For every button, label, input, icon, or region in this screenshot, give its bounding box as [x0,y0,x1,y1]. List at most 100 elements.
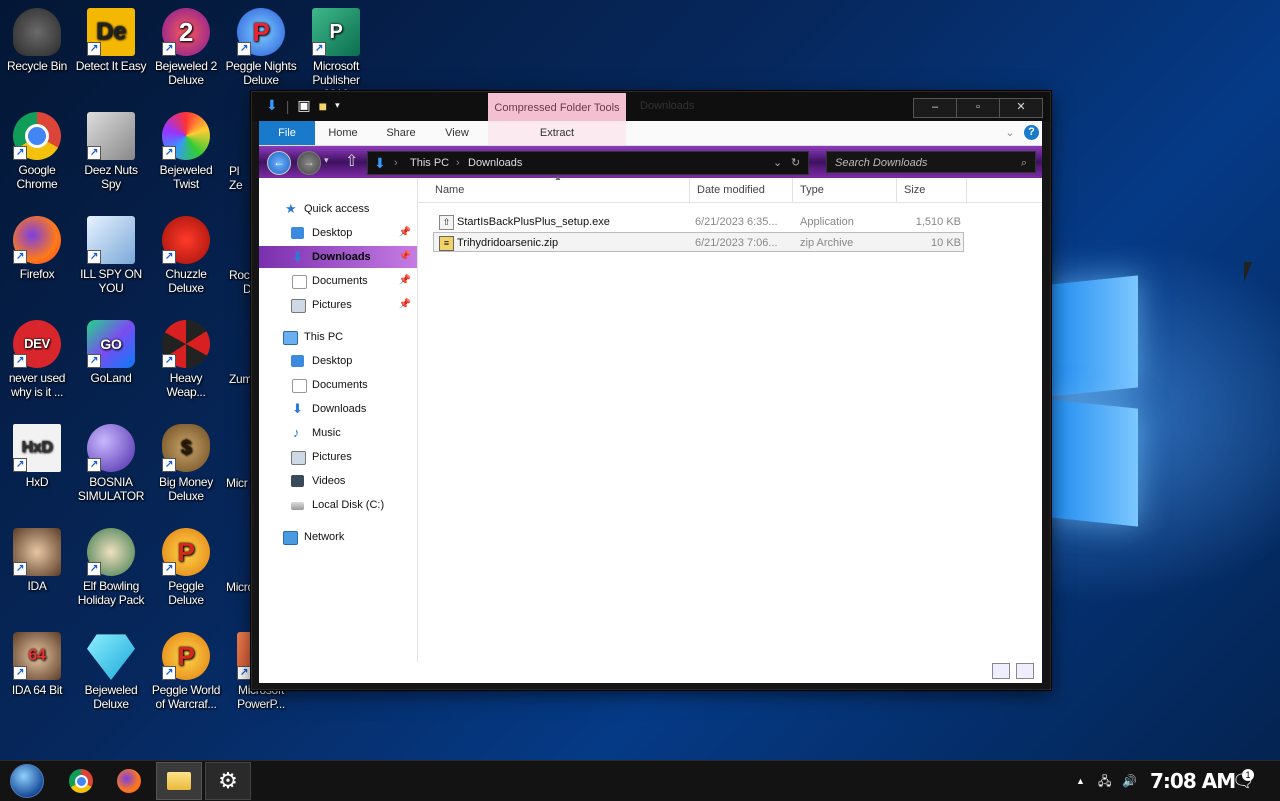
download-arrow-icon[interactable]: ⬇ [266,97,278,114]
column-headers: Name ▲ Date modified Type Size [418,173,1042,203]
nav-quick-downloads[interactable]: ⬇ Downloads 📌 [259,246,417,268]
window-stack-icon: ↗ [87,112,135,160]
nav-pc-desktop[interactable]: Desktop [259,350,417,372]
nav-quick-access[interactable]: ★ Quick access [259,198,417,220]
explorer-window[interactable]: ⬇ | ▣ ■ ▾ Compressed Folder Tools Downlo… [251,91,1051,690]
desktop-icon-google-chrome[interactable]: ↗ Google Chrome [0,106,74,191]
show-hidden-icons-button[interactable]: ▲ [1076,761,1085,801]
column-date-modified[interactable]: Date modified [690,178,793,202]
tab-extract[interactable]: Extract [488,121,626,145]
refresh-icon[interactable]: ↻ [791,152,800,174]
nav-quick-documents[interactable]: Documents 📌 [259,270,417,292]
desktop-icon-peggle-nights[interactable]: P ↗ Peggle Nights Deluxe [224,2,298,87]
nav-network[interactable]: Network [259,526,417,548]
context-tab-compressed-folder-tools[interactable]: Compressed Folder Tools [488,93,626,122]
desktop-icon-firefox[interactable]: ↗ Firefox [0,210,74,281]
pin-icon[interactable]: 📌 [399,246,411,268]
nav-pc-local-disk[interactable]: Local Disk (C:) [259,494,417,516]
close-button[interactable]: ✕ [999,98,1043,118]
chevron-down-icon[interactable]: ▾ [335,100,340,111]
desktop-icon-heavy-weapon[interactable]: ↗ Heavy Weap... [149,314,223,399]
nav-pc-music[interactable]: ♪ Music [259,422,417,444]
column-type[interactable]: Type [793,178,897,202]
desktop-icon-goland[interactable]: GO ↗ GoLand [74,314,148,385]
search-icon: ⌕ [1020,157,1027,169]
help-icon[interactable]: ? [1024,125,1039,140]
minimize-button[interactable]: – [913,98,957,118]
nav-this-pc[interactable]: This PC [259,326,417,348]
nav-quick-desktop[interactable]: Desktop 📌 [259,222,417,244]
taskbar-firefox[interactable] [106,762,152,800]
file-row[interactable]: ⇧ StartIsBackPlusPlus_setup.exe 6/21/202… [433,212,964,232]
desktop-icon-bejeweled-deluxe[interactable]: Bejeweled Deluxe [74,626,148,711]
desktop-icon-bosnia-simulator[interactable]: ↗ BOSNIA SIMULATOR [74,418,148,503]
network-icon[interactable]: 🖧 [1098,761,1111,801]
start-button[interactable] [4,762,50,800]
pin-icon[interactable]: 📌 [399,294,411,316]
mouse-cursor [1244,262,1252,282]
file-row[interactable]: ≡ Trihydridoarsenic.zip 6/21/2023 7:06..… [433,232,964,252]
exe-file-icon: ⇧ [439,215,454,230]
properties-icon[interactable]: ▣ [297,97,310,114]
column-size[interactable]: Size [897,178,967,202]
nav-pc-videos[interactable]: Videos [259,470,417,492]
nav-pc-documents[interactable]: Documents [259,374,417,396]
sort-up-icon: ▲ [554,173,562,182]
breadcrumb-downloads[interactable]: Downloads [468,152,522,174]
taskbar-file-explorer[interactable] [156,762,202,800]
nav-quick-pictures[interactable]: Pictures 📌 [259,294,417,316]
desktop-icon-bejeweled-2[interactable]: 2 ↗ Bejeweled 2 Deluxe [149,2,223,87]
ida-icon: ↗ [13,528,61,576]
tab-home[interactable]: Home [321,121,365,145]
details-view-icon[interactable] [992,663,1010,679]
pin-icon[interactable]: 📌 [399,222,411,244]
desktop-icon-chuzzle[interactable]: ↗ Chuzzle Deluxe [149,210,223,295]
zip-file-icon: ≡ [439,236,454,251]
volume-icon[interactable]: 🔊 [1122,761,1137,801]
breadcrumb-this-pc[interactable]: This PC [410,152,449,174]
nav-pc-pictures[interactable]: Pictures [259,446,417,468]
desktop-icon-elf-bowling[interactable]: ↗ Elf Bowling Holiday Pack [74,522,148,607]
desktop-icon-publisher[interactable]: P↗ Microsoft Publisher 2010 [299,2,373,101]
clock[interactable]: 7:08 AM [1150,761,1236,801]
nav-pc-downloads[interactable]: ⬇ Downloads [259,398,417,420]
search-input[interactable]: Search Downloads ⌕ [826,151,1036,173]
tab-share[interactable]: Share [379,121,423,145]
forward-button[interactable]: → [297,151,321,175]
recent-chevron-icon[interactable]: ▾ [324,155,329,166]
desktop-icon-recycle-bin[interactable]: Recycle Bin [0,2,74,73]
desktop-icon-devcpp[interactable]: DEV ↗ never used why is it ... [0,314,74,399]
tab-view[interactable]: View [435,121,479,145]
taskbar-chrome[interactable] [58,762,104,800]
large-icons-view-icon[interactable] [1016,663,1034,679]
recycle-bin-icon [13,8,61,56]
folder-icon [167,772,191,790]
desktop-icon-ill-spy-on-you[interactable]: ↗ ILL SPY ON YOU [74,210,148,295]
address-bar[interactable]: ⬇ › This PC › Downloads ⌄ ↻ [367,151,809,175]
desktop-icon-peggle-wow[interactable]: P ↗ Peggle World of Warcraf... [149,626,223,711]
tab-file[interactable]: File [259,121,315,145]
new-folder-icon[interactable]: ■ [319,98,327,114]
desktop-icon-bejeweled-twist[interactable]: ↗ Bejeweled Twist [149,106,223,191]
up-arrow-icon[interactable]: ⇧ [345,151,358,171]
firefox-icon: ↗ [13,216,61,264]
desktop-icon-peggle-deluxe[interactable]: P ↗ Peggle Deluxe [149,522,223,607]
chevron-down-icon[interactable]: ⌄ [1003,121,1017,145]
goland-icon: GO ↗ [87,320,135,368]
back-button[interactable]: ← [267,151,291,175]
desktop-icon-detect-it-easy[interactable]: De ↗ Detect It Easy [74,2,148,73]
windows-logo-wallpaper [1050,275,1140,530]
partial-label: Micr [226,476,248,490]
desktop-icon-big-money[interactable]: $ ↗ Big Money Deluxe [149,418,223,503]
notification-center-icon[interactable]: 🗨 1 [1232,761,1255,801]
gear-icon: ⚙ [218,768,238,793]
desktop-icon-ida64[interactable]: 64 ↗ IDA 64 Bit [0,626,74,697]
title-bar[interactable]: ⬇ | ▣ ■ ▾ Compressed Folder Tools Downlo… [252,92,1050,122]
desktop-icon-ida[interactable]: ↗ IDA [0,522,74,593]
pin-icon[interactable]: 📌 [399,270,411,292]
maximize-button[interactable]: ▫ [956,98,1000,118]
desktop-icon-deez-nuts-spy[interactable]: ↗ Deez Nuts Spy [74,106,148,191]
desktop-icon-hxd[interactable]: HxD ↗ HxD [0,418,74,489]
taskbar-settings[interactable]: ⚙ [205,762,251,800]
chevron-down-icon[interactable]: ⌄ [773,152,782,174]
